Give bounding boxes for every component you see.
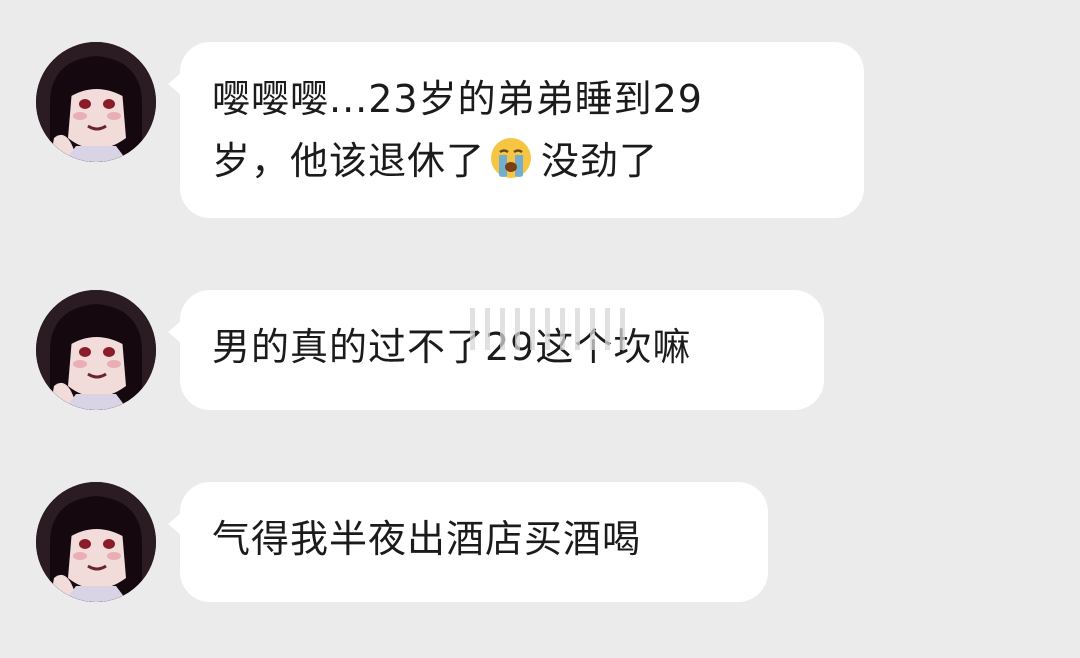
message-text-line-2: 岁，他该退休了 没劲了 <box>212 130 834 192</box>
message-text: 气得我半夜出酒店买酒喝 <box>212 517 642 561</box>
avatar-image <box>36 42 156 162</box>
message-text-segment: 岁，他该退休了 <box>212 139 486 183</box>
message-text: 男的真的过不了29这个坎嘛 <box>212 325 692 369</box>
message-bubble[interactable]: 气得我半夜出酒店买酒喝 <box>168 482 768 602</box>
loudly-crying-face-icon <box>489 136 533 180</box>
message-bubble[interactable]: 嘤嘤嘤...23岁的弟弟睡到29 岁，他该退休了 没劲了 <box>168 42 864 218</box>
avatar[interactable] <box>36 482 156 602</box>
avatar[interactable] <box>36 290 156 410</box>
avatar-image <box>36 482 156 602</box>
avatar[interactable] <box>36 42 156 162</box>
avatar-image <box>36 290 156 410</box>
message-text-segment: 没劲了 <box>541 139 659 183</box>
message-bubble[interactable]: 男的真的过不了29这个坎嘛 <box>168 290 824 410</box>
message-text-line-1: 嘤嘤嘤...23岁的弟弟睡到29 <box>212 77 703 121</box>
